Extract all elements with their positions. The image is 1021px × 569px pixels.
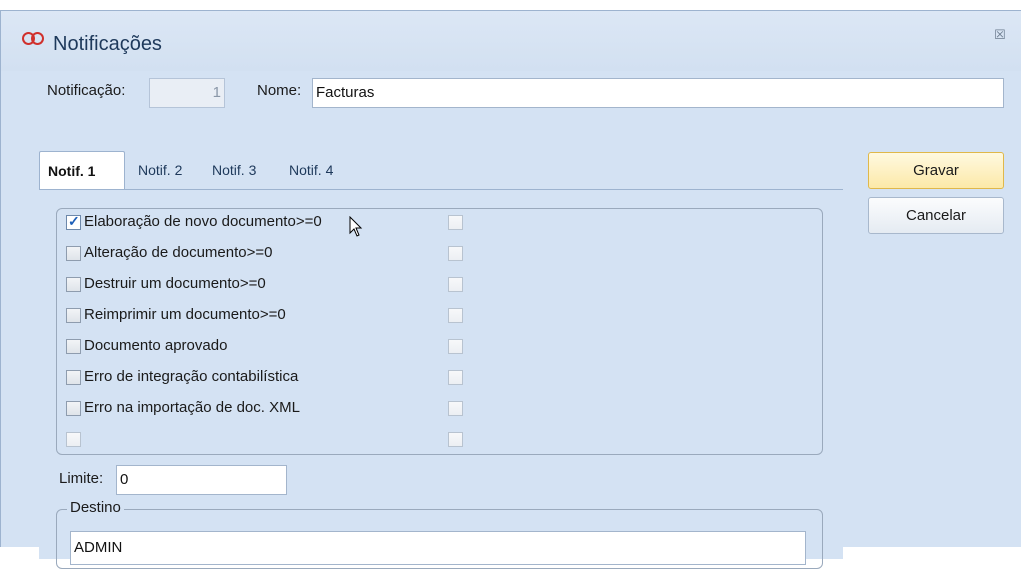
event-extra-checkbox-6[interactable] <box>448 370 463 385</box>
event-label-2: Alteração de documento>=0 <box>84 244 273 261</box>
event-checkbox-4[interactable] <box>66 308 81 323</box>
limite-field[interactable]: 0 <box>116 465 287 495</box>
event-extra-checkbox-5[interactable] <box>448 339 463 354</box>
destino-group: Destino ADMIN <box>56 499 823 569</box>
save-button[interactable]: Gravar <box>868 152 1004 189</box>
tab-notif-2[interactable]: Notif. 2 <box>130 151 190 189</box>
title-bar: Notificações ☒ <box>1 11 1021 71</box>
window-title: Notificações <box>53 33 162 55</box>
tab-notif-1[interactable]: Notif. 1 <box>39 151 125 191</box>
destino-field[interactable]: ADMIN <box>70 531 806 565</box>
nome-field[interactable]: Facturas <box>312 78 1004 108</box>
mouse-cursor-icon <box>349 216 363 237</box>
event-extra-checkbox-4[interactable] <box>448 308 463 323</box>
cancel-button[interactable]: Cancelar <box>868 197 1004 234</box>
limite-label: Limite: <box>59 470 104 487</box>
notifications-window: Notificações ☒ Notificação: 1 Nome: Fact… <box>0 10 1021 569</box>
notificacao-label: Notificação: <box>47 82 126 99</box>
event-extra-checkbox-7[interactable] <box>448 401 463 416</box>
app-logo-icon <box>22 29 44 45</box>
event-extra-checkbox-8[interactable] <box>448 432 463 447</box>
event-label-5: Documento aprovado <box>84 337 228 354</box>
event-label-4: Reimprimir um documento>=0 <box>84 306 286 323</box>
event-label-6: Erro de integração contabilística <box>84 368 299 385</box>
events-group: Elaboração de novo documento>=0 Alteraçã… <box>56 208 823 455</box>
tab-notif-3[interactable]: Notif. 3 <box>204 151 264 189</box>
event-label-3: Destruir um documento>=0 <box>84 275 266 292</box>
event-extra-checkbox-3[interactable] <box>448 277 463 292</box>
event-checkbox-7[interactable] <box>66 401 81 416</box>
event-label-7: Erro na importação de doc. XML <box>84 399 300 416</box>
tab-notif-4[interactable]: Notif. 4 <box>281 151 341 189</box>
event-checkbox-3[interactable] <box>66 277 81 292</box>
close-icon[interactable]: ☒ <box>993 28 1007 42</box>
event-extra-checkbox-2[interactable] <box>448 246 463 261</box>
event-checkbox-2[interactable] <box>66 246 81 261</box>
notificacao-field[interactable]: 1 <box>149 78 225 108</box>
tab-panel: Elaboração de novo documento>=0 Alteraçã… <box>39 189 843 569</box>
event-checkbox-6[interactable] <box>66 370 81 385</box>
event-extra-checkbox-1[interactable] <box>448 215 463 230</box>
event-checkbox-1[interactable] <box>66 213 81 230</box>
nome-label: Nome: <box>257 82 302 99</box>
destino-legend: Destino <box>67 499 124 516</box>
event-checkbox-5[interactable] <box>66 339 81 354</box>
event-checkbox-8[interactable] <box>66 432 81 447</box>
event-label-1: Elaboração de novo documento>=0 <box>84 213 322 230</box>
